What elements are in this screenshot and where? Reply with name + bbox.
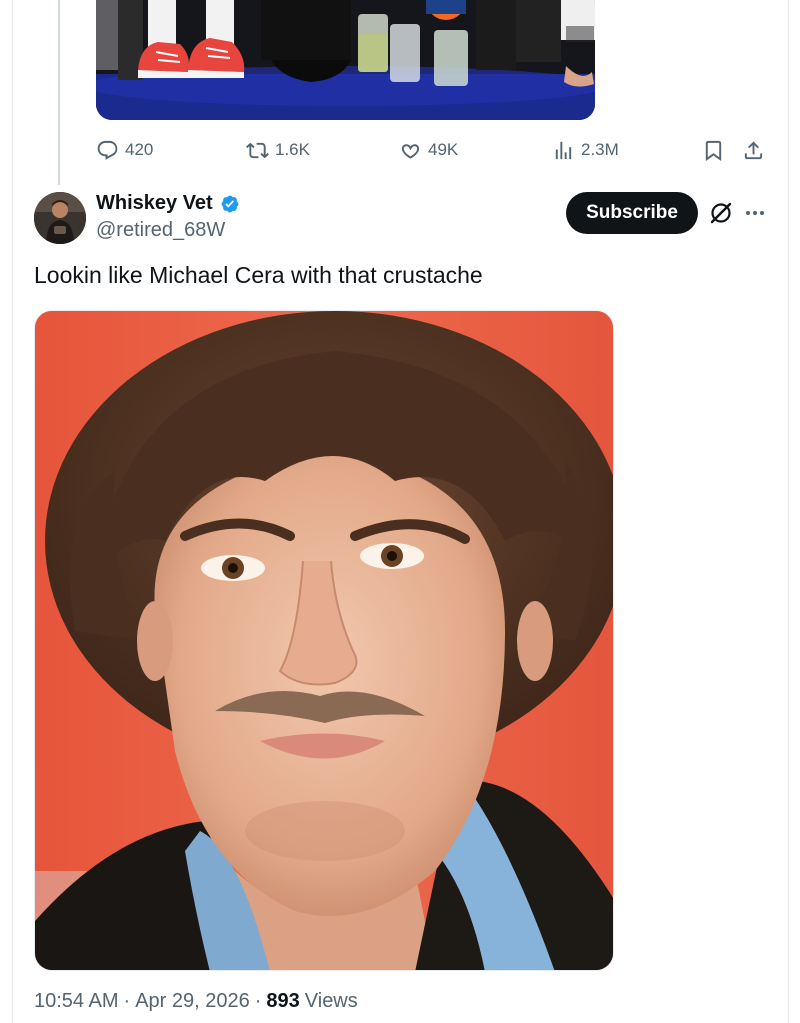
frame-border-right [788,0,789,1023]
like-button[interactable]: 49K [399,134,458,166]
views-count: 893 [266,990,300,1012]
author-handle[interactable]: @retired_68W [96,219,225,242]
frame-border-left [12,0,13,1023]
like-icon [401,143,420,159]
previous-tweet-media[interactable] [96,0,595,120]
timestamp-separator: · [123,990,131,1012]
previous-tweet-media-image [96,0,595,120]
verified-badge-icon[interactable] [218,193,240,215]
share-button[interactable] [742,134,765,166]
tweet-action-bar: 420 1.6K 49K 2.3M [96,134,776,166]
timestamp-separator: · [254,990,262,1012]
subscribe-button[interactable]: Subscribe [566,192,698,234]
thread-connector-line [58,0,60,185]
grok-icon[interactable] [708,200,734,226]
like-count: 49K [428,140,459,159]
views-count-previous: 2.3M [581,140,619,159]
avatar-image [34,192,86,244]
bookmark-button[interactable] [702,134,725,166]
author-name-row: Whiskey Vet [96,192,240,215]
share-icon [744,140,763,159]
analytics-icon [555,141,572,159]
tweet-time[interactable]: 10:54 AM [34,990,119,1013]
tweet-text: Lookin like Michael Cera with that crust… [34,262,483,288]
reply-icon [97,140,118,160]
author-display-name[interactable]: Whiskey Vet [96,192,213,215]
tweet-date[interactable]: Apr 29, 2026 [135,990,250,1013]
repost-icon [246,142,269,158]
tweet-media[interactable] [34,310,614,971]
analytics-button[interactable]: 2.3M [552,134,619,166]
views-label: Views [304,990,358,1012]
avatar[interactable] [34,192,86,244]
bookmark-icon [705,140,722,161]
tweet-timestamp-row: 10:54 AM · Apr 29, 2026 · 893 Views [34,990,358,1013]
more-icon[interactable] [742,200,768,226]
repost-button[interactable]: 1.6K [246,134,310,166]
reply-count: 420 [125,140,154,159]
reply-button[interactable]: 420 [96,134,153,166]
tweet-media-image [35,311,613,970]
repost-count: 1.6K [275,140,310,159]
